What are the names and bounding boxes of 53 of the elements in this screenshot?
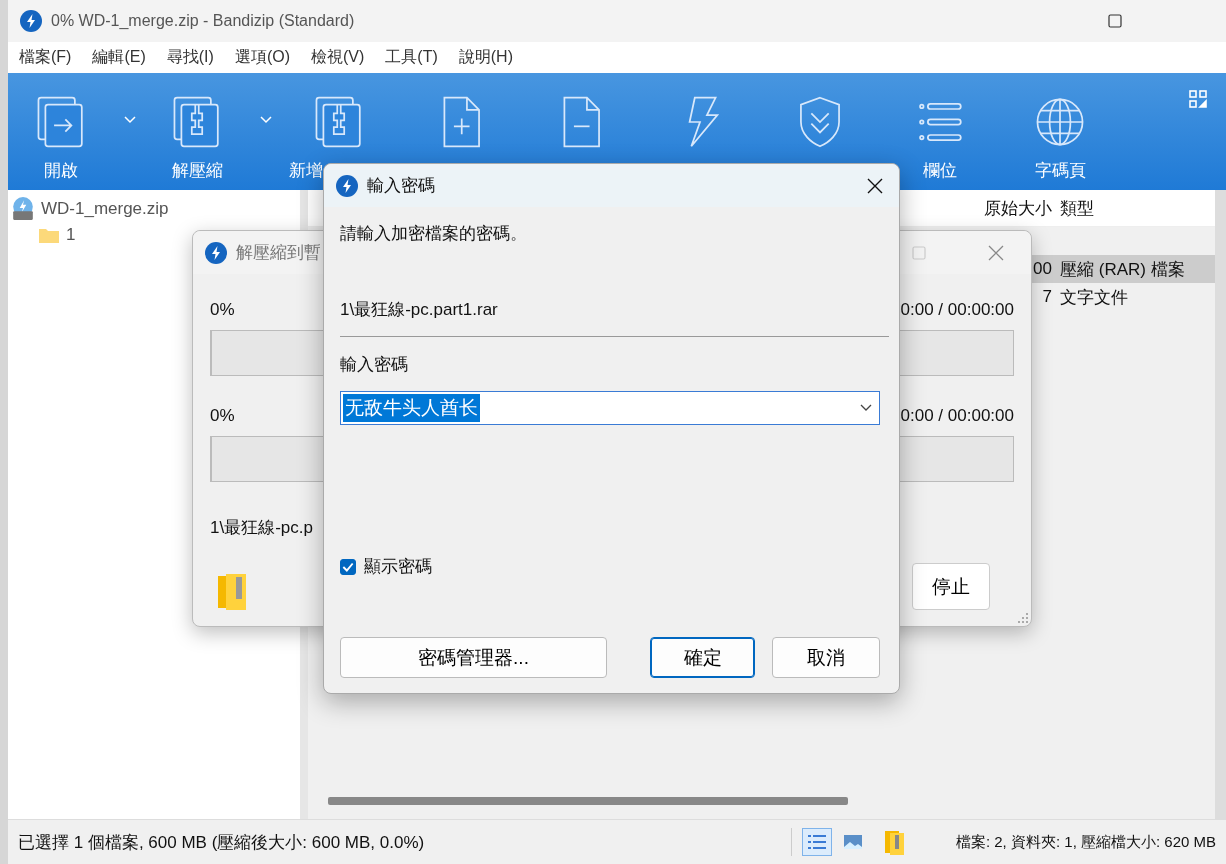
image-icon bbox=[842, 833, 863, 851]
toolbar-button[interactable]: 新增 bbox=[289, 91, 365, 182]
dialog-button[interactable]: 確定 bbox=[650, 637, 755, 678]
caret-icon[interactable] bbox=[260, 116, 272, 124]
archive-folder-icon[interactable] bbox=[883, 829, 906, 855]
toolbar-button[interactable]: 解壓縮 bbox=[171, 91, 223, 182]
column-header[interactable]: 類型 bbox=[1052, 196, 1094, 220]
menu-item[interactable]: 選項(O) bbox=[234, 47, 290, 68]
caret-icon[interactable] bbox=[124, 116, 136, 124]
toolbar-button[interactable]: 字碼頁 bbox=[1034, 91, 1086, 182]
app-logo-icon bbox=[20, 10, 42, 32]
password-field[interactable]: 无敌牛头人酋长 bbox=[340, 391, 880, 425]
app-logo-icon bbox=[336, 174, 358, 197]
show-password-checkbox[interactable]: 顯示密碼 bbox=[340, 555, 881, 578]
app-logo-icon bbox=[205, 241, 227, 264]
zip-archive-icon bbox=[11, 197, 35, 221]
chevron-down-icon[interactable] bbox=[860, 404, 872, 412]
stop-button[interactable]: 停止 bbox=[912, 563, 990, 610]
layout-grid-icon[interactable] bbox=[1188, 89, 1208, 109]
menu-item[interactable]: 檔案(F) bbox=[19, 47, 72, 68]
field-label: 輸入密碼 bbox=[340, 354, 409, 376]
checkbox-icon[interactable] bbox=[340, 558, 356, 575]
menu-item[interactable]: 尋找(I) bbox=[166, 47, 214, 68]
toolbar-button[interactable]: 欄位 bbox=[914, 91, 966, 182]
details-view-icon bbox=[806, 833, 827, 851]
progress-percent: 0% bbox=[210, 300, 235, 320]
progress-percent: 0% bbox=[210, 406, 235, 426]
elapsed-time: 0:00 / 00:00:00 bbox=[900, 300, 1014, 320]
column-header[interactable]: 原始大小 bbox=[908, 196, 1052, 220]
prompt-text: 請輸入加密檔案的密碼。 bbox=[340, 223, 528, 245]
dialog-button[interactable]: 密碼管理器... bbox=[340, 637, 607, 678]
status-text: 已選擇 1 個檔案, 600 MB (壓縮後大小: 600 MB, 0.0%) bbox=[18, 831, 425, 854]
close-icon[interactable] bbox=[867, 177, 883, 194]
dialog-title: 解壓縮到暫 bbox=[236, 242, 321, 264]
resize-grip-icon[interactable] bbox=[1018, 613, 1028, 623]
toolbar-button[interactable]: 開啟 bbox=[35, 91, 87, 182]
elapsed-time: 0:00 / 00:00:00 bbox=[900, 406, 1014, 426]
view-toggle[interactable] bbox=[801, 828, 832, 856]
file-path: 1\最狂線-pc.part1.rar bbox=[340, 299, 499, 321]
current-file-path: 1\最狂線-pc.p bbox=[210, 517, 314, 539]
folder-icon bbox=[38, 226, 60, 244]
menu-item[interactable]: 檢視(V) bbox=[311, 47, 365, 68]
status-summary: 檔案: 2, 資料夾: 1, 壓縮檔大小: 620 MB bbox=[955, 832, 1216, 852]
dialog-button[interactable]: 取消 bbox=[772, 637, 880, 678]
tree-item[interactable]: WD-1_merge.zip bbox=[8, 196, 300, 222]
window-title: 0% WD-1_merge.zip - Bandizip (Standard) bbox=[51, 12, 355, 30]
menu-item[interactable]: 說明(H) bbox=[458, 47, 513, 68]
scrollbar-track[interactable] bbox=[1215, 190, 1226, 819]
menu-item[interactable]: 編輯(E) bbox=[92, 47, 146, 68]
maximize-icon[interactable] bbox=[1108, 14, 1122, 28]
scrollbar-thumb[interactable] bbox=[328, 797, 849, 805]
menu-item[interactable]: 工具(T) bbox=[385, 47, 438, 68]
dialog-title: 輸入密碼 bbox=[367, 175, 435, 197]
